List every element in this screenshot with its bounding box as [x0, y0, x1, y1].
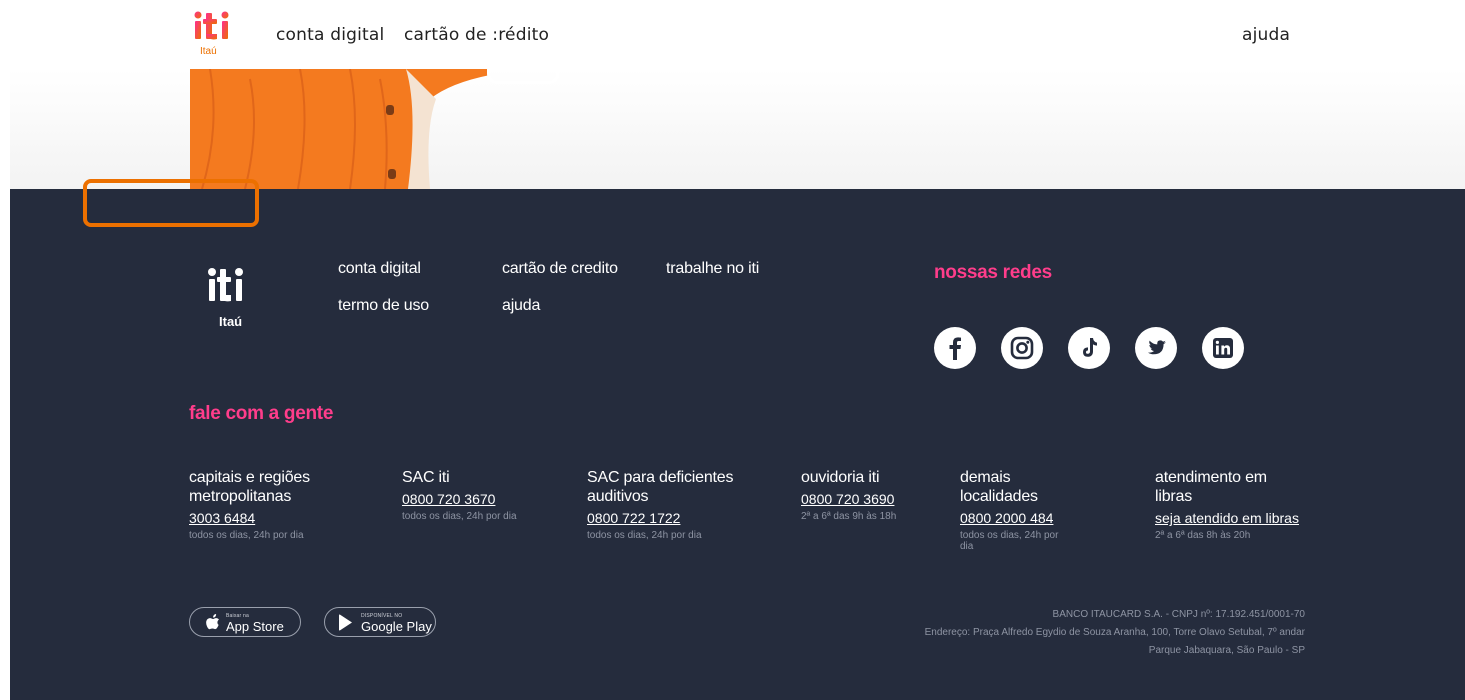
footer-link-termo-de-uso[interactable]: termo de uso: [338, 297, 429, 315]
footer-link-ajuda[interactable]: ajuda: [502, 297, 540, 315]
nav-ajuda[interactable]: ajuda: [1242, 25, 1290, 45]
nav-conta-digital[interactable]: conta digital: [276, 25, 384, 45]
legal-city: Parque Jabaquara, São Paulo - SP: [1148, 645, 1305, 656]
iti-logo-mark: [194, 11, 229, 40]
contact-phone-link[interactable]: 0800 720 3690: [801, 491, 894, 507]
contact-hours: todos os dias, 24h por dia: [587, 530, 702, 541]
nossas-redes-heading: nossas redes: [934, 262, 1052, 283]
facebook-icon[interactable]: [934, 327, 976, 369]
contact-hours: 2ª a 6ª das 9h às 18h: [801, 511, 897, 522]
google-play-icon: [339, 614, 352, 631]
contact-phone-link[interactable]: 3003 6484: [189, 510, 255, 526]
google-play-label: Google Play: [361, 619, 432, 634]
footer-logo-subtitle: Itaú: [219, 314, 243, 329]
logo-subtitle: Itaú: [200, 46, 217, 57]
contact-demais-localidades: demais localidades 0800 2000 484 todos o…: [960, 468, 1070, 552]
hero-person-image: [190, 69, 490, 189]
footer-iti-logo[interactable]: Itaú: [206, 265, 256, 335]
app-store-button[interactable]: Baixar na App Store: [189, 607, 301, 637]
apple-icon: [206, 614, 219, 630]
contact-hours: todos os dias, 24h por dia: [960, 530, 1059, 552]
contact-hours: todos os dias, 24h por dia: [402, 511, 517, 522]
contact-capitais: capitais e regiões metropolitanas 3003 6…: [189, 468, 379, 541]
fale-com-a-gente-heading: fale com a gente: [189, 403, 334, 424]
contact-title: demais localidades: [960, 469, 1038, 505]
contact-ouvidoria: ouvidoria iti 0800 720 3690 2ª a 6ª das …: [801, 468, 941, 522]
contact-sac-deficientes: SAC para deficientes auditivos 0800 722 …: [587, 468, 757, 541]
contact-libras-link[interactable]: seja atendido em libras: [1155, 510, 1299, 526]
contact-title: atendimento em libras: [1155, 469, 1267, 505]
contact-hours: todos os dias, 24h por dia: [189, 530, 304, 541]
contact-phone-link[interactable]: 0800 720 3670: [402, 491, 495, 507]
google-play-button[interactable]: DISPONÍVEL NO Google Play: [324, 607, 436, 637]
contact-hours: 2ª a 6ª das 8h às 20h: [1155, 530, 1251, 541]
contact-sac-iti: SAC iti 0800 720 3670 todos os dias, 24h…: [402, 468, 552, 522]
contact-title: capitais e regiões metropolitanas: [189, 469, 310, 505]
contact-title: SAC iti: [402, 469, 450, 486]
hero-section: [10, 63, 1465, 189]
legal-company: BANCO ITAUCARD S.A. - CNPJ nº: 17.192.45…: [1052, 609, 1305, 620]
contact-title: SAC para deficientes auditivos: [587, 469, 734, 505]
footer-iti-logo-mark: [208, 268, 243, 302]
tiktok-icon[interactable]: [1068, 327, 1110, 369]
twitter-icon[interactable]: [1135, 327, 1177, 369]
legal-address: Endereço: Praça Alfredo Egydio de Souza …: [924, 627, 1305, 638]
app-store-label: App Store: [226, 619, 284, 634]
focus-outline[interactable]: [83, 179, 259, 227]
top-navbar: Itaú conta digital cartão de :rédito aju…: [10, 0, 1465, 69]
contact-phone-link[interactable]: 0800 2000 484: [960, 510, 1053, 526]
contact-phone-link[interactable]: 0800 722 1722: [587, 510, 680, 526]
contact-libras: atendimento em libras seja atendido em l…: [1155, 468, 1315, 541]
instagram-icon[interactable]: [1001, 327, 1043, 369]
footer-link-cartao-credito[interactable]: cartão de credito: [502, 260, 618, 278]
footer: Itaú conta digital cartão de credito tra…: [10, 179, 1465, 700]
page: Itaú conta digital cartão de :rédito aju…: [0, 0, 1465, 700]
footer-link-conta-digital[interactable]: conta digital: [338, 260, 421, 278]
footer-link-trabalhe[interactable]: trabalhe no iti: [666, 260, 759, 278]
contact-title: ouvidoria iti: [801, 469, 880, 486]
iti-logo[interactable]: Itaú: [192, 10, 236, 57]
nav-cartao-credito[interactable]: cartão de :rédito: [404, 25, 549, 45]
linkedin-icon[interactable]: [1202, 327, 1244, 369]
